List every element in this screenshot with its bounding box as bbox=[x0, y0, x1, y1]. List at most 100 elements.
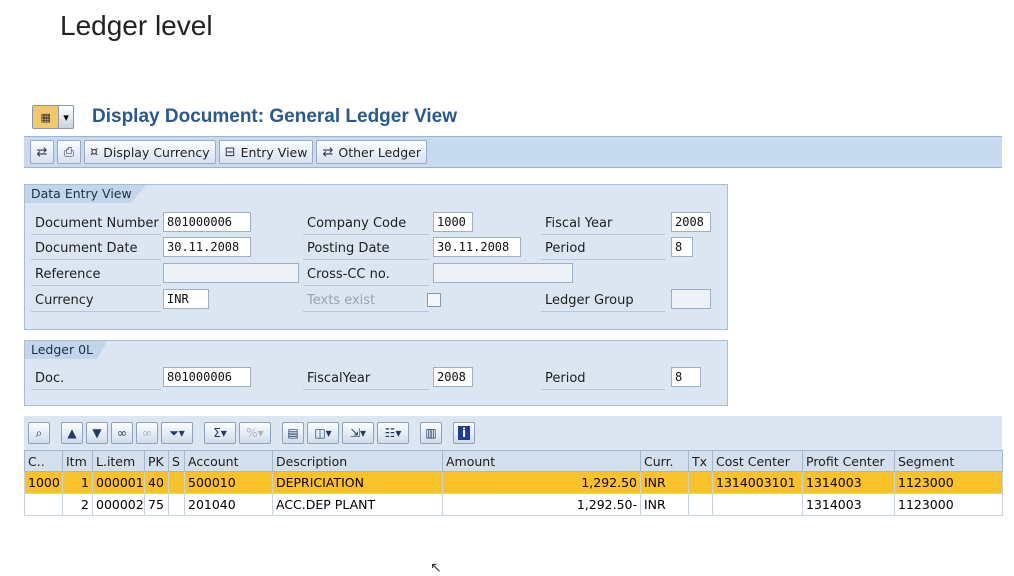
fiscal-year-label: Fiscal Year bbox=[541, 213, 665, 235]
cell-posting-key: 40 bbox=[144, 471, 169, 494]
currency-label: Currency bbox=[31, 290, 161, 312]
reference-label: Reference bbox=[31, 264, 161, 286]
document-number-field[interactable]: 801000006 bbox=[163, 212, 251, 232]
column-header[interactable]: Itm bbox=[62, 450, 93, 472]
chart-icon: ▥ bbox=[425, 426, 437, 440]
print-preview-button[interactable]: ▤ bbox=[282, 422, 304, 444]
cell-tax bbox=[688, 471, 713, 494]
layout-button[interactable]: ☷▾ bbox=[377, 422, 409, 444]
reference-field[interactable] bbox=[163, 263, 299, 283]
column-header[interactable]: Curr. bbox=[640, 450, 689, 472]
cell-description: ACC.DEP PLANT bbox=[272, 493, 443, 516]
cell-description: DEPRICIATION bbox=[272, 471, 443, 494]
binoculars-icon: ∞ bbox=[117, 426, 127, 440]
cell-s bbox=[168, 493, 185, 516]
period-field[interactable]: 8 bbox=[671, 237, 693, 257]
find-button[interactable]: ∞ bbox=[111, 422, 133, 444]
cell-tax bbox=[688, 493, 713, 516]
subtotal-button[interactable]: %▾ bbox=[239, 422, 271, 444]
data-entry-view-panel: Data Entry View Document Number 80100000… bbox=[24, 184, 728, 330]
filter-button[interactable]: ⏷▾ bbox=[161, 422, 193, 444]
period-label: Period bbox=[541, 238, 665, 260]
cell-profit-center: 1314003 bbox=[802, 493, 895, 516]
application-toolbar: ⇄ ⎙ ¤ Display Currency ⊟ Entry View ⇄ Ot… bbox=[24, 136, 1002, 168]
print-button[interactable]: ⎙ bbox=[57, 140, 81, 164]
grid-toolbar: ⌕ ▲ ▼ ∞ ∞ ⏷▾ Σ▾ %▾ ▤ ◫▾ ⇲▾ ☷▾ ▥ i bbox=[24, 416, 1002, 450]
details-button[interactable]: ⌕ bbox=[28, 422, 50, 444]
cell-segment: 1123000 bbox=[894, 493, 1003, 516]
currency-field[interactable]: INR bbox=[163, 289, 209, 309]
window-title: Display Document: General Ledger View bbox=[92, 106, 457, 127]
cell-company-code bbox=[24, 493, 63, 516]
column-header[interactable]: Account bbox=[184, 450, 273, 472]
texts-exist-label: Texts exist bbox=[303, 290, 429, 312]
total-button[interactable]: Σ▾ bbox=[204, 422, 236, 444]
cell-account: 500010 bbox=[184, 471, 273, 494]
cell-cost-center bbox=[712, 493, 803, 516]
doc-field[interactable]: 801000006 bbox=[163, 367, 251, 387]
column-header[interactable]: Description bbox=[272, 450, 443, 472]
column-header[interactable]: C.. bbox=[24, 450, 63, 472]
cell-line-item: 000001 bbox=[92, 471, 145, 494]
ledger-fiscal-year-label: FiscalYear bbox=[303, 368, 429, 390]
ledger-period-field[interactable]: 8 bbox=[671, 367, 701, 387]
column-header[interactable]: Amount bbox=[442, 450, 641, 472]
data-entry-view-tab: Data Entry View bbox=[25, 185, 146, 203]
sort-ascending-button[interactable]: ▲ bbox=[61, 422, 83, 444]
cross-cc-field[interactable] bbox=[433, 263, 573, 283]
ledger-fiscal-year-field[interactable]: 2008 bbox=[433, 367, 473, 387]
company-code-field[interactable]: 1000 bbox=[433, 212, 473, 232]
sum-icon: Σ▾ bbox=[213, 426, 227, 440]
column-header[interactable]: Profit Center bbox=[802, 450, 895, 472]
display-currency-button[interactable]: ¤ Display Currency bbox=[84, 140, 216, 164]
table-row[interactable]: 1000 1 000001 40 500010 DEPRICIATION 1,2… bbox=[24, 471, 1003, 494]
cell-currency: INR bbox=[640, 471, 689, 494]
table-row[interactable]: 2 000002 75 201040 ACC.DEP PLANT 1,292.5… bbox=[24, 493, 1003, 516]
other-ledger-button[interactable]: ⇄ Other Ledger bbox=[316, 140, 427, 164]
subtotal-icon: %▾ bbox=[246, 426, 264, 440]
cell-company-code: 1000 bbox=[24, 471, 63, 494]
chart-button[interactable]: ▥ bbox=[420, 422, 442, 444]
fiscal-year-field[interactable]: 2008 bbox=[671, 212, 711, 232]
entry-view-label: Entry View bbox=[240, 144, 308, 160]
sort-descending-button[interactable]: ▼ bbox=[86, 422, 108, 444]
views-button[interactable]: ◫▾ bbox=[307, 422, 339, 444]
doc-label: Doc. bbox=[31, 368, 161, 390]
cross-cc-label: Cross-CC no. bbox=[303, 264, 429, 286]
find-next-button[interactable]: ∞ bbox=[136, 422, 158, 444]
column-header[interactable]: Cost Center bbox=[712, 450, 803, 472]
change-document-button[interactable]: ⇄ bbox=[30, 140, 54, 164]
column-header[interactable]: L.item bbox=[92, 450, 145, 472]
printer-icon: ⎙ bbox=[63, 144, 75, 160]
ledger-panel: Ledger 0L Doc. 801000006 FiscalYear 2008… bbox=[24, 340, 728, 406]
texts-exist-checkbox[interactable] bbox=[427, 293, 441, 307]
cell-posting-key: 75 bbox=[144, 493, 169, 516]
information-button[interactable]: i bbox=[453, 422, 475, 444]
column-header[interactable]: Tx bbox=[688, 450, 713, 472]
switch-icon: ⇄ bbox=[36, 144, 48, 160]
posting-date-label: Posting Date bbox=[303, 238, 429, 260]
cell-line-item: 000002 bbox=[92, 493, 145, 516]
export-button[interactable]: ⇲▾ bbox=[342, 422, 374, 444]
cell-currency: INR bbox=[640, 493, 689, 516]
column-header[interactable]: S bbox=[168, 450, 185, 472]
views-icon: ◫▾ bbox=[314, 426, 332, 440]
cell-amount: 1,292.50- bbox=[442, 493, 641, 516]
column-header[interactable]: PK bbox=[144, 450, 169, 472]
ledger-group-field[interactable] bbox=[671, 289, 711, 309]
ledger-period-label: Period bbox=[541, 368, 665, 390]
document-date-field[interactable]: 30.11.2008 bbox=[163, 237, 251, 257]
document-number-label: Document Number bbox=[31, 213, 161, 235]
ledger-switch-icon: ⇄ bbox=[322, 144, 334, 160]
other-ledger-label: Other Ledger bbox=[338, 144, 421, 160]
posting-date-field[interactable]: 30.11.2008 bbox=[433, 237, 521, 257]
layout-icon: ☷▾ bbox=[384, 426, 402, 440]
column-header[interactable]: Segment bbox=[894, 450, 1003, 472]
menu-grid-icon: ▦ bbox=[33, 106, 59, 128]
slide-title: Ledger level bbox=[60, 10, 213, 41]
cell-item: 2 bbox=[62, 493, 93, 516]
document-date-label: Document Date bbox=[31, 238, 161, 260]
display-currency-label: Display Currency bbox=[103, 144, 210, 160]
entry-view-button[interactable]: ⊟ Entry View bbox=[218, 140, 314, 164]
system-menu-button[interactable]: ▦ ▾ bbox=[32, 105, 74, 129]
